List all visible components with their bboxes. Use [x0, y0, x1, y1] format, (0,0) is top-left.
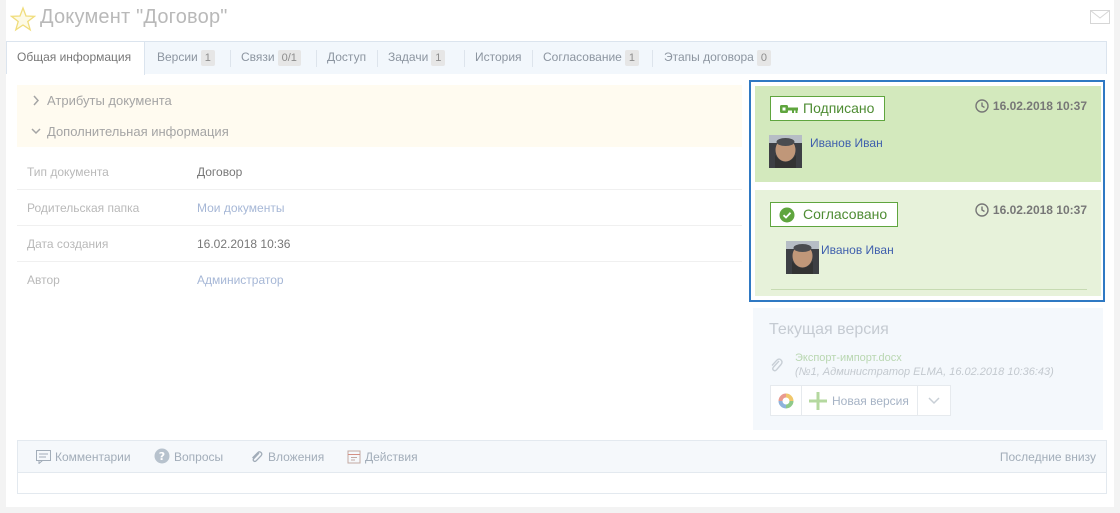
property-label: Автор [27, 273, 60, 287]
tab-count: 0/1 [277, 50, 301, 66]
plus-icon [809, 391, 827, 410]
tab-label: Действия [365, 450, 418, 464]
tab-label: Вопросы [174, 450, 224, 464]
timestamp-text: 16.02.2018 10:37 [992, 99, 1087, 113]
comments-toolbar: Комментарии ? Вопросы Вложения Действия П… [18, 441, 1106, 473]
tab-label: Связи [241, 50, 275, 64]
tab-label: Задачи [388, 50, 429, 64]
approved-card: Согласовано 16.02.2018 10:37 Иванов Иван [755, 190, 1101, 296]
tab-general-info[interactable]: Общая информация [7, 42, 145, 75]
tab-questions[interactable]: ? Вопросы [154, 441, 223, 473]
paperclip-icon [771, 358, 783, 372]
tab-comments[interactable]: Комментарии [36, 441, 131, 473]
avatar [786, 241, 819, 274]
tab-count: 1 [431, 50, 446, 66]
chevron-down-icon [928, 396, 940, 404]
preview-button[interactable] [770, 385, 802, 416]
tab-label: Согласование [543, 50, 622, 64]
property-label: Дата создания [27, 237, 109, 251]
tab-label: Этапы договора [664, 50, 754, 64]
page-title: Документ "Договор" [40, 6, 228, 28]
document-header: Документ "Договор" [6, 0, 1114, 40]
version-dropdown-button[interactable] [916, 385, 951, 416]
signed-timestamp: 16.02.2018 10:37 [975, 99, 1087, 113]
document-tabs: Общая информация Версии 1 Связи 0/1 Доступ… [6, 41, 1107, 75]
comments-panel: Комментарии ? Вопросы Вложения Действия П… [17, 440, 1107, 494]
person-link[interactable]: Иванов Иван [821, 243, 894, 257]
star-icon[interactable] [10, 6, 36, 32]
approved-timestamp: 16.02.2018 10:37 [975, 203, 1087, 217]
tab-count: 1 [200, 50, 215, 66]
section-additional-info[interactable]: Дополнительная информация [17, 116, 742, 147]
property-row: Дата создания 16.02.2018 10:36 [17, 226, 742, 262]
document-details: Атрибуты документа Дополнительная информ… [17, 85, 742, 298]
section-title: Атрибуты документа [47, 93, 172, 108]
tab-label: Версии [157, 50, 198, 64]
tab-label: Комментарии [55, 450, 131, 464]
property-row: Автор Администратор [17, 262, 742, 298]
property-label: Родительская папка [27, 201, 140, 215]
signed-badge: Подписано [770, 96, 886, 121]
tab-contract-stages[interactable]: Этапы договора 0 [654, 42, 781, 74]
attachment-icon [252, 451, 263, 463]
properties-list: Тип документа Договор Родительская папка… [17, 154, 742, 298]
parent-folder-link[interactable]: Мои документы [197, 190, 284, 226]
clock-icon [975, 99, 989, 113]
divider [771, 289, 1087, 290]
signed-card: Подписано 16.02.2018 10:37 Иванов Иван [755, 86, 1101, 182]
approved-badge: Согласовано [770, 202, 899, 227]
tab-label: Общая информация [17, 50, 132, 64]
check-circle-icon [779, 207, 795, 223]
tab-attachments[interactable]: Вложения [250, 441, 324, 473]
chevron-right-icon [33, 95, 40, 106]
document-page: Документ "Договор" Общая информация Верс… [6, 0, 1114, 507]
version-title: Текущая версия [769, 321, 889, 338]
key-icon [780, 105, 798, 113]
property-label: Тип документа [27, 165, 109, 179]
tab-versions[interactable]: Версии 1 [147, 42, 225, 74]
tab-approval[interactable]: Согласование 1 [533, 42, 649, 74]
actions-icon [347, 450, 361, 464]
author-link[interactable]: Администратор [197, 262, 284, 298]
comment-icon [36, 450, 51, 465]
tab-count: 1 [624, 50, 639, 66]
chevron-down-icon [31, 128, 41, 135]
tab-access[interactable]: Доступ [317, 42, 376, 74]
tab-label: История [475, 50, 522, 64]
property-row: Родительская папка Мои документы [17, 190, 742, 226]
current-version-panel: Текущая версия Экспорт-импорт.docx (№1, … [753, 308, 1103, 430]
question-icon: ? [154, 448, 170, 464]
tab-separator [652, 50, 653, 67]
sort-order-toggle[interactable]: Последние внизу [1000, 441, 1096, 473]
tab-count: 0 [756, 50, 771, 66]
svg-text:?: ? [159, 450, 165, 463]
tab-tasks[interactable]: Задачи 1 [378, 42, 455, 74]
tab-actions[interactable]: Действия [347, 441, 418, 473]
preview-icon [778, 393, 794, 408]
section-attributes[interactable]: Атрибуты документа [17, 85, 742, 116]
version-actions: Новая версия [770, 385, 951, 416]
tab-links[interactable]: Связи 0/1 [231, 42, 311, 74]
tab-history[interactable]: История [465, 42, 532, 74]
section-title: Дополнительная информация [47, 124, 229, 139]
button-label: Новая версия [832, 393, 909, 408]
tab-label: Доступ [327, 50, 367, 64]
status-panel: Подписано 16.02.2018 10:37 Иванов Иван С… [749, 80, 1105, 302]
tab-label: Вложения [268, 450, 325, 464]
mail-icon[interactable] [1090, 10, 1110, 24]
property-row: Тип документа Договор [17, 154, 742, 190]
clock-icon [975, 203, 989, 217]
timestamp-text: 16.02.2018 10:37 [992, 203, 1087, 217]
person-link[interactable]: Иванов Иван [810, 136, 883, 150]
status-label: Подписано [803, 100, 875, 116]
file-meta: (№1, Администратор ELMA, 16.02.2018 10:3… [795, 366, 1054, 378]
avatar [769, 135, 802, 168]
file-name-link[interactable]: Экспорт-импорт.docx [795, 352, 902, 364]
status-label: Согласовано [803, 206, 888, 222]
new-version-button[interactable]: Новая версия [801, 385, 918, 416]
property-value: Договор [197, 165, 243, 179]
property-value: 16.02.2018 10:36 [197, 237, 291, 251]
